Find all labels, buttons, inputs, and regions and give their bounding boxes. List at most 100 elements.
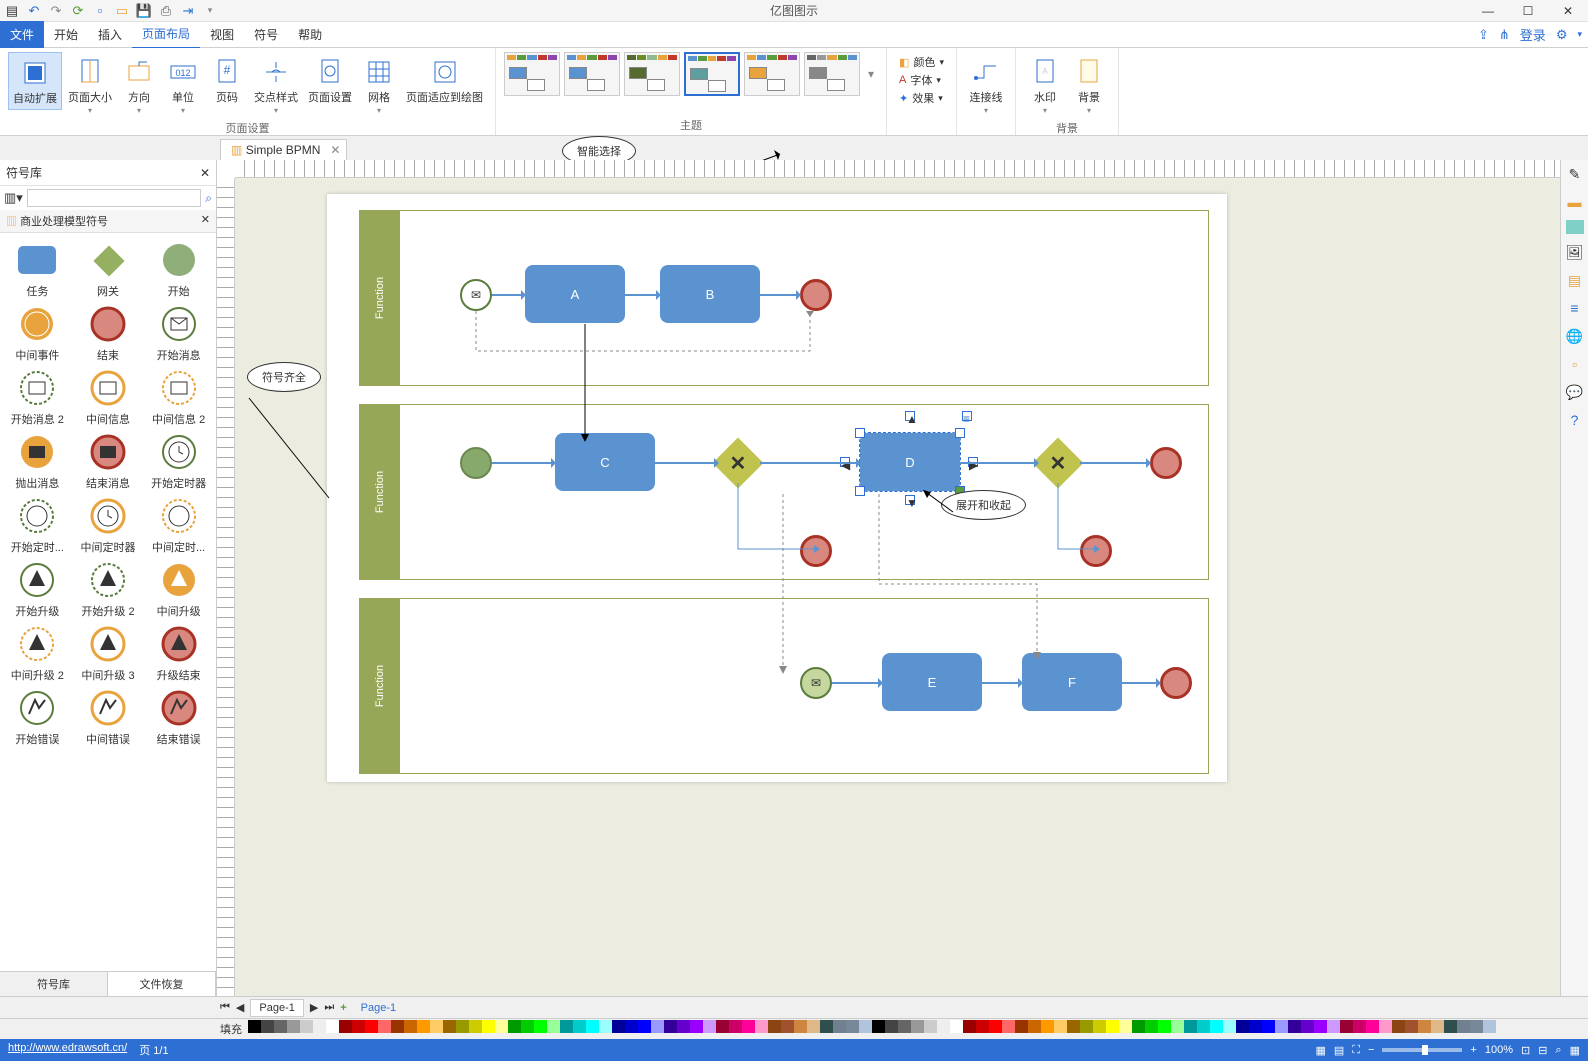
theme-3[interactable]: [624, 52, 680, 96]
color-swatch[interactable]: [313, 1020, 326, 1033]
theme-color-button[interactable]: ◧颜色 ▾: [899, 54, 944, 70]
sel-handle[interactable]: ▲: [905, 411, 915, 421]
new-icon[interactable]: ▫: [92, 3, 108, 19]
color-swatch[interactable]: [365, 1020, 378, 1033]
theme-4-selected[interactable]: [684, 52, 740, 96]
color-swatch[interactable]: [456, 1020, 469, 1033]
color-swatch[interactable]: [742, 1020, 755, 1033]
color-swatch[interactable]: [820, 1020, 833, 1033]
color-swatch[interactable]: [755, 1020, 768, 1033]
color-swatch[interactable]: [352, 1020, 365, 1033]
color-swatch[interactable]: [1158, 1020, 1171, 1033]
shape-中间信息[interactable]: 中间信息: [77, 367, 139, 427]
shape-中间定时...[interactable]: 中间定时...: [148, 495, 210, 555]
color-swatch[interactable]: [989, 1020, 1002, 1033]
color-swatch[interactable]: [1093, 1020, 1106, 1033]
search-icon[interactable]: ⌕: [205, 191, 212, 206]
fit-page-icon[interactable]: ⊡: [1521, 1044, 1530, 1057]
category-close-icon[interactable]: ✕: [201, 213, 210, 229]
tool-help-icon[interactable]: ?: [1565, 410, 1585, 430]
color-swatch[interactable]: [378, 1020, 391, 1033]
color-swatch[interactable]: [1379, 1020, 1392, 1033]
add-page-button[interactable]: +: [340, 1002, 346, 1014]
color-swatch[interactable]: [1054, 1020, 1067, 1033]
background-button[interactable]: 背景▾: [1068, 52, 1110, 120]
zoom-slider[interactable]: [1382, 1048, 1462, 1052]
canvas[interactable]: Function ✉ A B Function C: [235, 178, 1560, 996]
color-swatch[interactable]: [638, 1020, 651, 1033]
color-swatch[interactable]: [807, 1020, 820, 1033]
page-tab-1[interactable]: Page-1: [250, 999, 303, 1017]
qat-more-icon[interactable]: ▾: [202, 3, 218, 19]
color-swatch[interactable]: [625, 1020, 638, 1033]
page-nav-last-icon[interactable]: ⏭: [324, 1001, 334, 1014]
color-swatch[interactable]: [1236, 1020, 1249, 1033]
color-swatch[interactable]: [1457, 1020, 1470, 1033]
color-swatch[interactable]: [274, 1020, 287, 1033]
shape-中间升级 3[interactable]: 中间升级 3: [77, 623, 139, 683]
color-swatch[interactable]: [1184, 1020, 1197, 1033]
shape-开始消息 2[interactable]: 开始消息 2: [6, 367, 68, 427]
cross-style-button[interactable]: 交点样式▾: [250, 52, 302, 120]
close-button[interactable]: ✕: [1548, 0, 1588, 22]
app-icon[interactable]: ▤: [4, 3, 20, 19]
tab-shapes[interactable]: 符号库: [0, 972, 108, 996]
color-palette[interactable]: [248, 1020, 1496, 1038]
menu-help[interactable]: 帮助: [288, 21, 332, 48]
color-swatch[interactable]: [287, 1020, 300, 1033]
shape-结束消息[interactable]: 结束消息: [77, 431, 139, 491]
color-swatch[interactable]: [651, 1020, 664, 1033]
color-swatch[interactable]: [1340, 1020, 1353, 1033]
menu-start[interactable]: 开始: [44, 21, 88, 48]
shape-开始升级[interactable]: 开始升级: [6, 559, 68, 619]
start-message-event[interactable]: ✉: [460, 279, 492, 311]
color-swatch[interactable]: [768, 1020, 781, 1033]
undo-icon[interactable]: ↶: [26, 3, 42, 19]
auto-expand-button[interactable]: 自动扩展: [8, 52, 62, 110]
maximize-button[interactable]: ☐: [1508, 0, 1548, 22]
shape-升级结束[interactable]: 升级结束: [148, 623, 210, 683]
color-swatch[interactable]: [794, 1020, 807, 1033]
menu-page-layout[interactable]: 页面布局: [132, 20, 200, 49]
theme-2[interactable]: [564, 52, 620, 96]
page-number-button[interactable]: # 页码: [206, 52, 248, 108]
color-swatch[interactable]: [1106, 1020, 1119, 1033]
color-swatch[interactable]: [1041, 1020, 1054, 1033]
color-swatch[interactable]: [1132, 1020, 1145, 1033]
color-swatch[interactable]: [586, 1020, 599, 1033]
sel-handle[interactable]: [855, 428, 865, 438]
color-swatch[interactable]: [1028, 1020, 1041, 1033]
color-swatch[interactable]: [664, 1020, 677, 1033]
theme-5[interactable]: [744, 52, 800, 96]
status-url[interactable]: http://www.edrawsoft.cn/: [8, 1042, 127, 1058]
close-tab-icon[interactable]: ✕: [330, 143, 340, 157]
color-swatch[interactable]: [300, 1020, 313, 1033]
page-setup-button[interactable]: 页面设置: [304, 52, 356, 108]
color-swatch[interactable]: [404, 1020, 417, 1033]
color-swatch[interactable]: [1080, 1020, 1093, 1033]
color-swatch[interactable]: [1405, 1020, 1418, 1033]
color-swatch[interactable]: [599, 1020, 612, 1033]
zoom-out-icon[interactable]: −: [1368, 1044, 1374, 1056]
task-c[interactable]: C: [555, 433, 655, 491]
color-swatch[interactable]: [534, 1020, 547, 1033]
shape-中间定时器[interactable]: 中间定时器: [77, 495, 139, 555]
color-swatch[interactable]: [391, 1020, 404, 1033]
theme-effect-button[interactable]: ✦效果 ▾: [899, 90, 944, 106]
theme-more-icon[interactable]: ▾: [864, 67, 878, 81]
color-swatch[interactable]: [703, 1020, 716, 1033]
tool-text-icon[interactable]: ▤: [1565, 270, 1585, 290]
tool-doc-icon[interactable]: ▫: [1565, 354, 1585, 374]
color-swatch[interactable]: [1197, 1020, 1210, 1033]
redo-icon[interactable]: ↷: [48, 3, 64, 19]
color-swatch[interactable]: [469, 1020, 482, 1033]
fit-width-icon[interactable]: ⊟: [1538, 1044, 1547, 1057]
tool-globe-icon[interactable]: 🌐: [1565, 326, 1585, 346]
color-swatch[interactable]: [781, 1020, 794, 1033]
color-swatch[interactable]: [833, 1020, 846, 1033]
settings-icon[interactable]: ⚙: [1556, 27, 1568, 43]
theme-1[interactable]: [504, 52, 560, 96]
export-icon[interactable]: ⇥: [180, 3, 196, 19]
search-input[interactable]: [27, 189, 201, 207]
color-swatch[interactable]: [1392, 1020, 1405, 1033]
